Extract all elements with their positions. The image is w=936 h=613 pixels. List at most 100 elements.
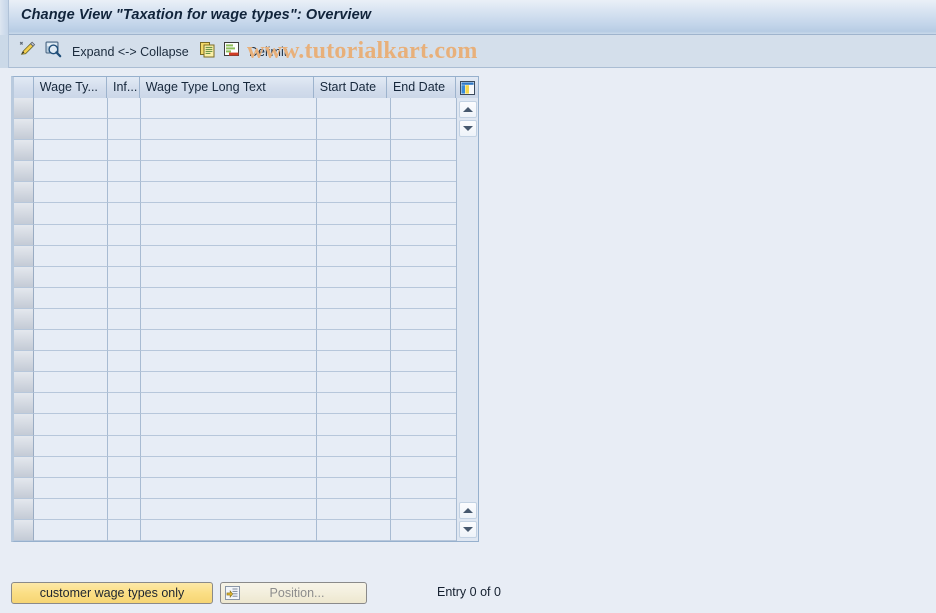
cell-wage-type[interactable] bbox=[34, 456, 108, 478]
row-select-button[interactable] bbox=[14, 351, 34, 373]
delimit-icon-button[interactable] bbox=[219, 39, 244, 64]
position-button[interactable]: Position... bbox=[220, 582, 367, 604]
cell-end-date[interactable] bbox=[391, 372, 461, 394]
cell-end-date[interactable] bbox=[391, 161, 461, 183]
cell-wage-type[interactable] bbox=[34, 498, 108, 520]
row-select-button[interactable] bbox=[14, 203, 34, 225]
cell-infotype[interactable] bbox=[108, 245, 141, 267]
cell-start-date[interactable] bbox=[317, 477, 391, 499]
cell-start-date[interactable] bbox=[317, 245, 391, 267]
cell-long-text[interactable] bbox=[141, 161, 317, 183]
cell-start-date[interactable] bbox=[317, 393, 391, 415]
table-row[interactable] bbox=[14, 456, 478, 478]
table-row[interactable] bbox=[14, 245, 478, 267]
table-row[interactable] bbox=[14, 224, 478, 246]
cell-infotype[interactable] bbox=[108, 372, 141, 394]
table-row[interactable] bbox=[14, 414, 478, 436]
table-row[interactable] bbox=[14, 393, 478, 415]
column-header-select-all[interactable] bbox=[14, 77, 34, 98]
cell-long-text[interactable] bbox=[141, 498, 317, 520]
cell-end-date[interactable] bbox=[391, 456, 461, 478]
cell-infotype[interactable] bbox=[108, 119, 141, 141]
cell-long-text[interactable] bbox=[141, 351, 317, 373]
cell-infotype[interactable] bbox=[108, 203, 141, 225]
cell-wage-type[interactable] bbox=[34, 372, 108, 394]
cell-wage-type[interactable] bbox=[34, 266, 108, 288]
cell-long-text[interactable] bbox=[141, 477, 317, 499]
column-header-wage-type-long-text[interactable]: Wage Type Long Text bbox=[139, 77, 314, 98]
row-select-button[interactable] bbox=[14, 456, 34, 478]
cell-wage-type[interactable] bbox=[34, 287, 108, 309]
table-row[interactable] bbox=[14, 330, 478, 352]
table-row[interactable] bbox=[14, 98, 478, 120]
row-select-button[interactable] bbox=[14, 372, 34, 394]
row-select-button[interactable] bbox=[14, 119, 34, 141]
cell-long-text[interactable] bbox=[141, 308, 317, 331]
copy-button[interactable] bbox=[195, 39, 220, 64]
cell-end-date[interactable] bbox=[391, 98, 461, 120]
scroll-up-icon[interactable] bbox=[459, 101, 477, 118]
cell-wage-type[interactable] bbox=[34, 140, 108, 162]
expand-collapse-button[interactable]: Expand <-> Collapse bbox=[68, 39, 193, 64]
cell-wage-type[interactable] bbox=[34, 98, 108, 120]
row-select-button[interactable] bbox=[14, 287, 34, 309]
cell-end-date[interactable] bbox=[391, 330, 461, 352]
cell-long-text[interactable] bbox=[141, 266, 317, 288]
table-row[interactable] bbox=[14, 203, 478, 225]
cell-long-text[interactable] bbox=[141, 203, 317, 225]
column-header-wage-type[interactable]: Wage Ty... bbox=[33, 77, 107, 98]
row-select-button[interactable] bbox=[14, 140, 34, 162]
cell-start-date[interactable] bbox=[317, 98, 391, 120]
cell-end-date[interactable] bbox=[391, 498, 461, 520]
cell-infotype[interactable] bbox=[108, 477, 141, 499]
row-select-button[interactable] bbox=[14, 414, 34, 436]
cell-wage-type[interactable] bbox=[34, 393, 108, 415]
cell-infotype[interactable] bbox=[108, 414, 141, 436]
cell-infotype[interactable] bbox=[108, 308, 141, 331]
cell-long-text[interactable] bbox=[141, 119, 317, 141]
cell-wage-type[interactable] bbox=[34, 351, 108, 373]
row-select-button[interactable] bbox=[14, 308, 34, 331]
cell-long-text[interactable] bbox=[141, 140, 317, 162]
cell-end-date[interactable] bbox=[391, 519, 461, 541]
column-header-start-date[interactable]: Start Date bbox=[313, 77, 387, 98]
cell-long-text[interactable] bbox=[141, 182, 317, 204]
cell-infotype[interactable] bbox=[108, 182, 141, 204]
cell-infotype[interactable] bbox=[108, 351, 141, 373]
cell-start-date[interactable] bbox=[317, 119, 391, 141]
row-select-button[interactable] bbox=[14, 393, 34, 415]
table-row[interactable] bbox=[14, 182, 478, 204]
table-row[interactable] bbox=[14, 477, 478, 499]
cell-start-date[interactable] bbox=[317, 266, 391, 288]
cell-wage-type[interactable] bbox=[34, 330, 108, 352]
cell-start-date[interactable] bbox=[317, 435, 391, 457]
table-row[interactable] bbox=[14, 140, 478, 162]
row-select-button[interactable] bbox=[14, 98, 34, 120]
table-row[interactable] bbox=[14, 498, 478, 520]
cell-wage-type[interactable] bbox=[34, 119, 108, 141]
cell-infotype[interactable] bbox=[108, 140, 141, 162]
cell-wage-type[interactable] bbox=[34, 435, 108, 457]
table-row[interactable] bbox=[14, 119, 478, 141]
cell-end-date[interactable] bbox=[391, 119, 461, 141]
row-select-button[interactable] bbox=[14, 266, 34, 288]
delimit-button[interactable]: Delimit bbox=[245, 39, 291, 64]
row-select-button[interactable] bbox=[14, 330, 34, 352]
cell-wage-type[interactable] bbox=[34, 224, 108, 246]
column-header-infotype[interactable]: Inf... bbox=[107, 77, 140, 98]
cell-end-date[interactable] bbox=[391, 435, 461, 457]
table-vertical-scroll-gutter[interactable] bbox=[456, 98, 478, 541]
cell-end-date[interactable] bbox=[391, 393, 461, 415]
row-select-button[interactable] bbox=[14, 161, 34, 183]
scroll-page-up-icon[interactable] bbox=[459, 502, 477, 519]
row-select-button[interactable] bbox=[14, 245, 34, 267]
cell-wage-type[interactable] bbox=[34, 308, 108, 331]
cell-end-date[interactable] bbox=[391, 351, 461, 373]
cell-wage-type[interactable] bbox=[34, 203, 108, 225]
row-select-button[interactable] bbox=[14, 498, 34, 520]
scroll-page-down-icon[interactable] bbox=[459, 521, 477, 538]
table-row[interactable] bbox=[14, 161, 478, 183]
cell-end-date[interactable] bbox=[391, 182, 461, 204]
cell-wage-type[interactable] bbox=[34, 414, 108, 436]
cell-end-date[interactable] bbox=[391, 266, 461, 288]
